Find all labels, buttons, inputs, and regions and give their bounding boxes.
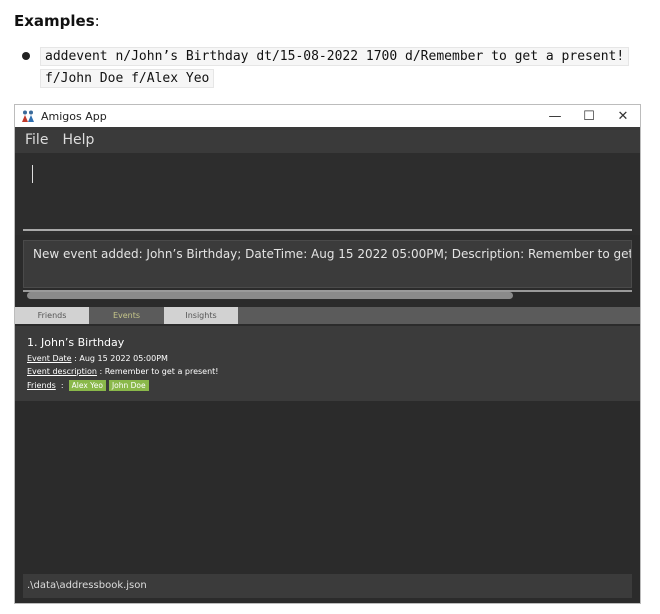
event-card[interactable]: 1. John’s Birthday Event Date : Aug 15 2… (15, 326, 640, 401)
app-window: Amigos App — ☐ ✕ File Help New event add… (14, 104, 641, 604)
tab-events[interactable]: Events (89, 307, 164, 324)
event-date-value: : Aug 15 2022 05:00PM (71, 354, 168, 363)
event-desc-label: Event description (27, 367, 97, 376)
horizontal-scrollbar[interactable] (27, 292, 513, 299)
bullet-dot (22, 52, 30, 60)
event-desc-value: : Remember to get a present! (96, 367, 219, 376)
status-file-path: .\data\addressbook.json (27, 580, 147, 591)
command-input-underline (23, 229, 632, 231)
event-date-row: Event Date : Aug 15 2022 05:00PM (27, 354, 168, 363)
tab-insights[interactable]: Insights (164, 307, 238, 324)
friend-tag: Alex Yeo (68, 380, 106, 391)
event-desc-row: Event description : Remember to get a pr… (27, 367, 219, 376)
doc-heading-text: Examples (14, 12, 95, 30)
doc-heading: Examples: (14, 12, 100, 30)
maximize-icon[interactable]: ☐ (574, 105, 604, 127)
text-caret (32, 165, 33, 183)
close-icon[interactable]: ✕ (608, 105, 638, 127)
minimize-icon[interactable]: — (540, 105, 570, 127)
command-input[interactable] (15, 153, 640, 235)
friend-tag: John Doe (108, 380, 149, 391)
doc-heading-colon: : (94, 12, 100, 30)
menu-file[interactable]: File (25, 132, 48, 148)
result-message: New event added: John’s Birthday; DateTi… (33, 247, 632, 261)
event-friends-label: Friends (27, 381, 56, 390)
menu-bar: File Help (15, 127, 640, 153)
result-display[interactable]: New event added: John’s Birthday; DateTi… (23, 240, 632, 288)
title-bar[interactable]: Amigos App — ☐ ✕ (15, 105, 640, 127)
event-friends-row: Friends : Alex Yeo John Doe (27, 380, 152, 391)
tab-friends[interactable]: Friends (15, 307, 89, 324)
code-line-2: f/John Doe f/Alex Yeo (40, 69, 215, 88)
status-bar: .\data\addressbook.json (23, 574, 632, 598)
event-title: 1. John’s Birthday (27, 336, 125, 349)
code-line-1: addevent n/John’s Birthday dt/15-08-2022… (40, 47, 630, 66)
app-logo-icon (21, 109, 35, 123)
window-title: Amigos App (41, 109, 107, 123)
event-date-label: Event Date (27, 354, 72, 363)
tab-bar: Friends Events Insights (15, 307, 640, 324)
code-example: addevent n/John’s Birthday dt/15-08-2022… (40, 46, 630, 90)
menu-help[interactable]: Help (62, 132, 94, 148)
event-friends-sep: : (55, 381, 69, 390)
